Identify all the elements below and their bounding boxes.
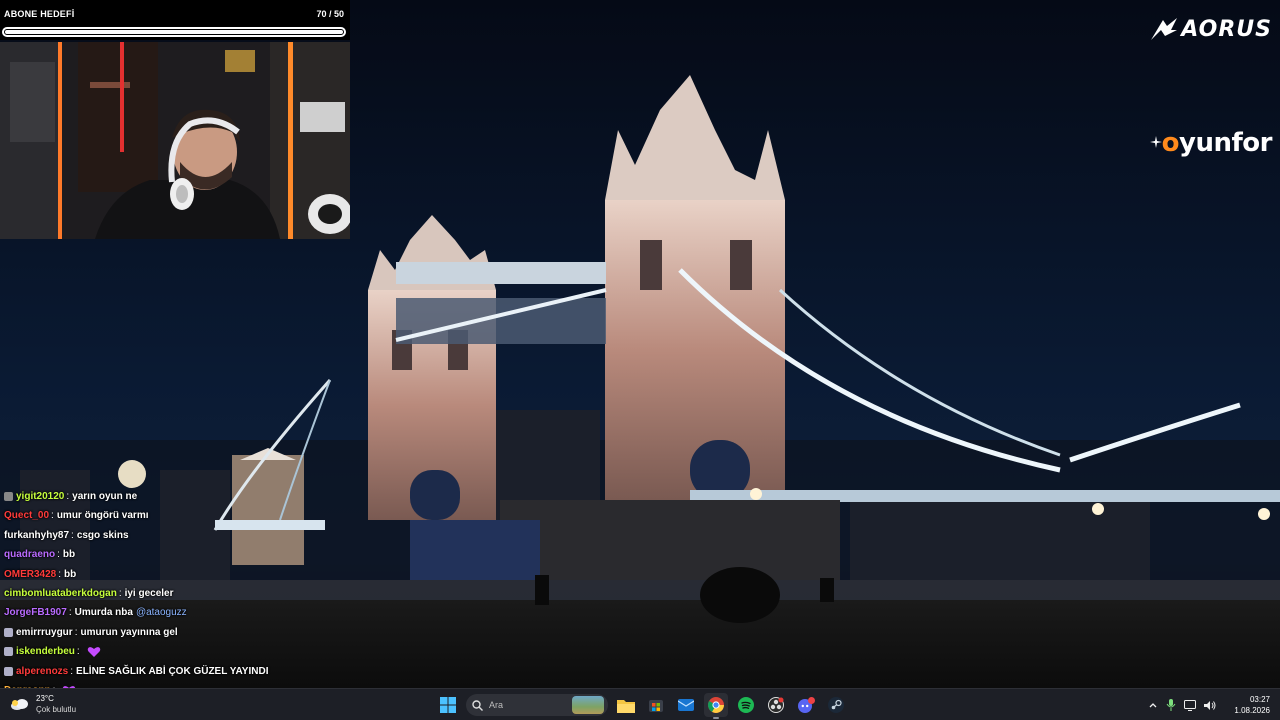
spotify-button[interactable] bbox=[734, 693, 758, 717]
chat-message: JorgeFB1907: Umurda nba @ataoguzz bbox=[4, 603, 334, 622]
taskbar-apps: Ara bbox=[436, 693, 848, 719]
windows-taskbar: 23°C Çok bulutlu Ara 03:27 1.08.2026 bbox=[0, 688, 1280, 720]
weather-temp: 23°C bbox=[36, 694, 54, 703]
stream-screen: ABONE HEDEFİ 70 / 50 AORUS oyunfor yigit… bbox=[0, 0, 1280, 720]
chat-message: cimbomluataberkdogan: iyi geceler bbox=[4, 584, 334, 603]
volume-icon[interactable] bbox=[1204, 700, 1216, 711]
clock-time: 03:27 bbox=[1249, 695, 1270, 704]
sub-goal-label: ABONE HEDEFİ bbox=[4, 9, 75, 19]
chat-message: emirrruygur: umurun yayınına gel bbox=[4, 623, 334, 642]
chat-badge-icon bbox=[4, 647, 13, 657]
chat-text: bb bbox=[64, 568, 77, 580]
chat-text: ELİNE SAĞLIK ABİ ÇOK GÜZEL YAYINDI bbox=[76, 665, 269, 677]
mail-icon bbox=[678, 699, 694, 711]
webcam-feed bbox=[0, 42, 350, 239]
file-explorer-button[interactable] bbox=[614, 693, 638, 717]
sub-goal-progress-fill bbox=[5, 30, 343, 34]
chat-message: Quect_00: umur öngörü varmı bbox=[4, 506, 334, 525]
chat-message: alperenozs: ELİNE SAĞLIK ABİ ÇOK GÜZEL YA… bbox=[4, 662, 334, 681]
discord-icon bbox=[798, 697, 815, 713]
obs-button[interactable] bbox=[764, 693, 788, 717]
sub-goal-count: 70 / 50 bbox=[316, 9, 344, 19]
chat-message: furkanhyhy87: csgo skins bbox=[4, 526, 334, 545]
chrome-button[interactable] bbox=[704, 693, 728, 719]
chat-message: OMER3428: bb bbox=[4, 565, 334, 584]
chat-message: yigit20120: yarın oyun ne bbox=[4, 487, 334, 506]
sparkle-icon bbox=[1149, 136, 1162, 148]
file-explorer-icon bbox=[617, 699, 635, 713]
chat-text: bb bbox=[62, 549, 76, 561]
aorus-logo: AORUS bbox=[1149, 16, 1272, 42]
chat-overlay: yigit20120: yarın oyun ne Quect_00: umur ön… bbox=[4, 487, 334, 700]
aorus-eagle-icon bbox=[1151, 18, 1178, 40]
chat-separator: : bbox=[51, 510, 54, 522]
weather-widget[interactable]: 23°C Çok bulutlu bbox=[10, 693, 76, 715]
chat-text: iyi geceler bbox=[124, 587, 174, 599]
chat-username[interactable]: emirrruygur bbox=[16, 623, 73, 642]
search-placeholder: Ara bbox=[489, 700, 504, 710]
chat-username[interactable]: iskenderbeu bbox=[16, 642, 75, 661]
chat-separator: : bbox=[71, 529, 74, 541]
active-indicator bbox=[713, 717, 719, 719]
windows-start-icon bbox=[440, 697, 456, 713]
chat-username[interactable]: cimbomluataberkdogan bbox=[4, 584, 117, 603]
chat-separator: : bbox=[66, 491, 70, 502]
chat-separator: : bbox=[74, 626, 78, 638]
spotify-icon bbox=[738, 697, 754, 713]
chat-separator: : bbox=[76, 646, 80, 658]
mail-button[interactable] bbox=[674, 693, 698, 717]
chat-text: umur öngörü varmı bbox=[56, 510, 149, 522]
subscriber-goal-widget: ABONE HEDEFİ 70 / 50 bbox=[0, 0, 350, 40]
chat-username[interactable]: alperenozs bbox=[16, 662, 68, 681]
chat-username[interactable]: furkanhyhy87 bbox=[4, 526, 69, 545]
chat-text: yarın oyun ne bbox=[72, 491, 138, 502]
oyunfor-wordmark: oyunfor bbox=[1161, 128, 1273, 158]
chat-separator: : bbox=[70, 665, 74, 677]
chat-username[interactable]: Quect_00 bbox=[4, 506, 49, 525]
start-button[interactable] bbox=[436, 693, 460, 717]
chat-message: quadraeno: bb bbox=[4, 545, 334, 564]
discord-button[interactable] bbox=[794, 693, 818, 717]
display-icon[interactable] bbox=[1184, 699, 1197, 711]
search-highlight-image bbox=[572, 696, 604, 714]
obs-icon bbox=[768, 697, 784, 713]
chevron-up-icon[interactable] bbox=[1148, 700, 1158, 710]
chat-username[interactable]: quadraeno bbox=[4, 545, 55, 564]
chat-text: Umurda nba bbox=[74, 607, 133, 619]
taskbar-search[interactable]: Ara bbox=[466, 694, 608, 716]
steam-icon bbox=[828, 697, 844, 713]
chat-message: iskenderbeu: bbox=[4, 642, 334, 661]
chat-username[interactable]: OMER3428 bbox=[4, 565, 56, 584]
cloud-icon bbox=[11, 699, 28, 710]
chat-badge-icon bbox=[4, 492, 13, 502]
microphone-icon[interactable] bbox=[1166, 699, 1176, 711]
store-icon bbox=[649, 700, 663, 712]
search-icon bbox=[472, 699, 483, 711]
heart-emote-icon bbox=[87, 646, 100, 657]
chat-badge-icon bbox=[4, 666, 13, 676]
chat-separator: : bbox=[58, 568, 62, 580]
chat-separator: : bbox=[68, 607, 72, 619]
weather-condition: Çok bulutlu bbox=[36, 705, 77, 714]
chat-separator: : bbox=[118, 587, 122, 599]
sub-goal-progress-bar bbox=[2, 27, 346, 37]
chrome-icon bbox=[708, 697, 724, 713]
chat-username[interactable]: JorgeFB1907 bbox=[4, 603, 67, 622]
store-button[interactable] bbox=[644, 693, 668, 717]
chat-separator: : bbox=[57, 549, 60, 561]
aorus-wordmark: AORUS bbox=[1181, 16, 1272, 42]
clock[interactable]: 03:27 1.08.2026 bbox=[1234, 694, 1270, 716]
chat-username[interactable]: yigit20120 bbox=[16, 487, 64, 506]
chat-mention: @ataoguzz bbox=[135, 607, 187, 619]
chat-text: umurun yayınına gel bbox=[80, 626, 178, 638]
system-tray: 03:27 1.08.2026 bbox=[1148, 693, 1270, 717]
oyunfor-logo: oyunfor bbox=[1149, 128, 1273, 158]
chat-badge-icon bbox=[4, 627, 13, 637]
steam-button[interactable] bbox=[824, 693, 848, 717]
clock-date: 1.08.2026 bbox=[1234, 706, 1270, 715]
chat-text: csgo skins bbox=[76, 529, 129, 541]
